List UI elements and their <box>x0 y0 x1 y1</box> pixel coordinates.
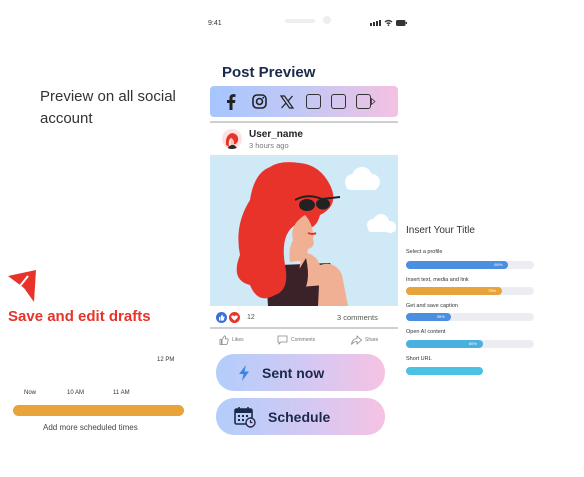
phone-camera <box>323 16 331 24</box>
step-track-profile[interactable]: 80% <box>406 261 534 269</box>
add-scheduled-times-link[interactable]: Add more scheduled times <box>43 423 138 432</box>
step-percent: 80% <box>494 262 503 267</box>
step-label-profile: Select a profile <box>406 249 443 255</box>
social-slot-1[interactable] <box>306 94 321 109</box>
step-track-short-url[interactable] <box>406 367 534 375</box>
post-preview-title: Post Preview <box>222 64 316 81</box>
step-progress-fill: 35% <box>406 313 451 321</box>
signal-icon <box>370 19 381 26</box>
share-action-label: Share <box>365 337 379 343</box>
reaction-summary[interactable]: 12 <box>216 312 255 323</box>
social-slot-2[interactable] <box>331 94 346 109</box>
post-image <box>210 155 398 306</box>
comment-action-label: Comments <box>291 337 316 343</box>
x-icon[interactable] <box>278 93 296 111</box>
like-action-label: Likes <box>232 337 244 343</box>
timeline-10am-label: 10 AM <box>67 390 85 396</box>
step-percent: 35% <box>436 314 445 319</box>
timeline-11am-label: 11 AM <box>113 390 130 396</box>
chevron-right-icon <box>371 98 376 105</box>
reaction-count: 12 <box>247 314 255 321</box>
step-label-text-media: Insert text, media and link <box>406 277 469 283</box>
social-platform-bar <box>210 86 398 117</box>
social-slot-3[interactable] <box>356 94 376 109</box>
facebook-icon[interactable] <box>222 93 240 111</box>
post-divider-bottom <box>210 327 398 329</box>
instagram-icon[interactable] <box>250 93 268 111</box>
share-icon <box>351 335 362 345</box>
like-action[interactable]: Likes <box>219 335 244 345</box>
phone-notch <box>285 19 315 23</box>
step-label-ai-content: Open AI content <box>406 329 446 335</box>
form-title: Insert Your Title <box>406 225 475 236</box>
comment-action[interactable]: Comments <box>277 335 315 345</box>
sent-now-label: Sent now <box>262 364 325 381</box>
post-timestamp: 3 hours ago <box>249 141 289 150</box>
step-percent: 60% <box>468 341 477 346</box>
wifi-icon <box>384 19 393 26</box>
step-track-text-media[interactable]: 75% <box>406 287 534 295</box>
step-progress-fill: 80% <box>406 261 509 269</box>
timeline-now-label: Now <box>24 390 37 396</box>
calendar-clock-icon <box>234 406 256 428</box>
drafts-label: Save and edit drafts <box>8 308 151 325</box>
step-track-ai-content[interactable]: 60% <box>406 340 534 348</box>
like-reaction-icon <box>216 312 227 323</box>
step-progress-fill: 75% <box>406 287 502 295</box>
step-percent: 75% <box>487 288 496 293</box>
timeline-12pm-label: 12 PM <box>157 357 175 363</box>
step-label-short-url: Short URL <box>406 356 432 362</box>
avatar[interactable] <box>222 129 242 149</box>
preview-description: Preview on all social account <box>40 88 176 127</box>
step-progress-fill: 60% <box>406 340 483 348</box>
post-user-name[interactable]: User_name <box>249 129 303 140</box>
post-divider-top <box>210 121 398 123</box>
step-label-caption: Get and save caption <box>406 303 458 309</box>
share-action[interactable]: Share <box>351 335 378 345</box>
sent-now-button[interactable]: Sent now <box>216 354 385 391</box>
step-track-caption[interactable]: 35% <box>406 313 534 321</box>
battery-icon <box>396 19 407 26</box>
schedule-button[interactable]: Schedule <box>216 398 385 435</box>
love-reaction-icon <box>229 312 240 323</box>
step-progress-fill <box>406 367 483 375</box>
lightning-icon <box>239 364 249 381</box>
cursor-arrow-icon <box>8 270 36 302</box>
comment-icon <box>277 335 288 345</box>
timeline-bar[interactable] <box>13 405 184 416</box>
status-icons <box>370 19 407 26</box>
status-time: 9:41 <box>208 20 222 27</box>
comment-count[interactable]: 3 comments <box>337 313 378 322</box>
thumbs-up-icon <box>219 335 229 345</box>
schedule-label: Schedule <box>268 408 331 425</box>
